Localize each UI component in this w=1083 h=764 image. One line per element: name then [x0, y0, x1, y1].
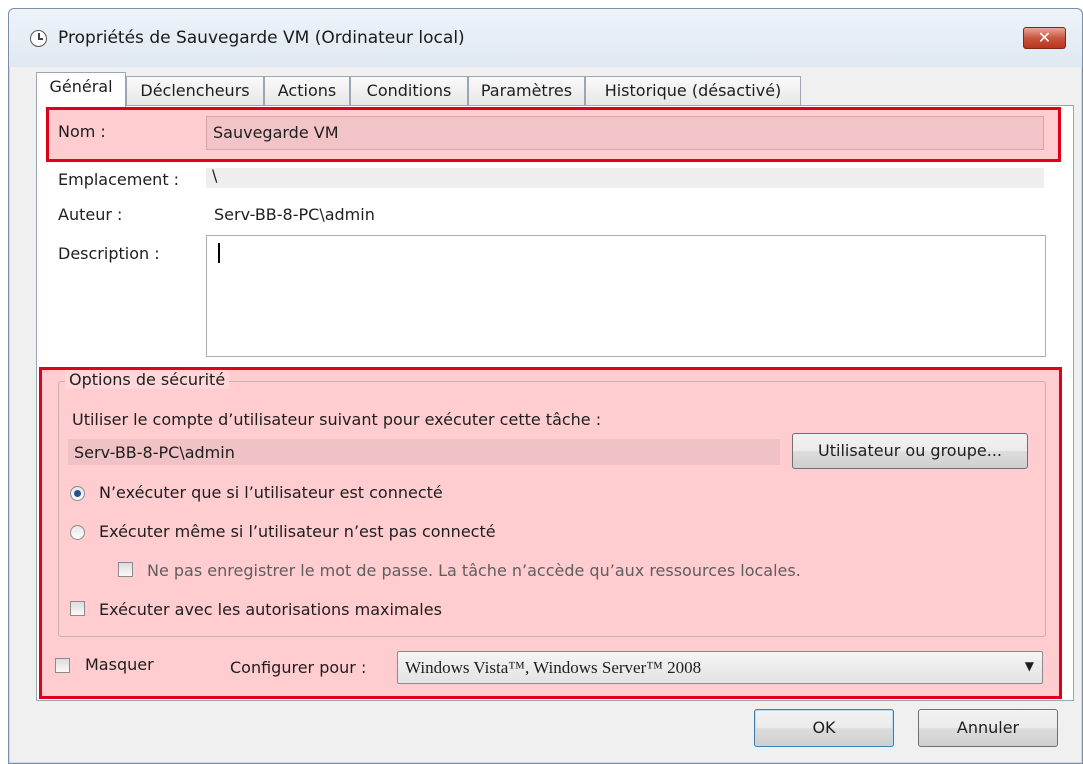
author-label: Auteur : — [58, 205, 123, 224]
tab-actions[interactable]: Actions — [264, 76, 350, 106]
location-field — [206, 168, 1044, 188]
cancel-button[interactable]: Annuler — [918, 709, 1058, 747]
security-highlight-box — [39, 367, 1062, 699]
tab-settings[interactable]: Paramètres — [468, 76, 585, 106]
tab-triggers[interactable]: Déclencheurs — [126, 76, 264, 106]
tab-conditions[interactable]: Conditions — [350, 76, 468, 106]
name-highlight-box — [46, 107, 1061, 162]
text-cursor — [218, 243, 220, 263]
location-label: Emplacement : — [58, 170, 180, 189]
description-textarea[interactable] — [206, 235, 1046, 357]
close-button[interactable]: ✕ — [1023, 27, 1066, 49]
ok-button[interactable]: OK — [754, 709, 894, 747]
tab-general[interactable]: Général — [36, 72, 126, 107]
window-title: Propriétés de Sauvegarde VM (Ordinateur … — [58, 28, 465, 48]
tab-history[interactable]: Historique (désactivé) — [585, 76, 801, 106]
clock-icon — [30, 30, 47, 47]
location-value: \ — [212, 166, 218, 185]
author-value: Serv-BB-8-PC\admin — [214, 205, 375, 224]
description-label: Description : — [58, 244, 160, 263]
